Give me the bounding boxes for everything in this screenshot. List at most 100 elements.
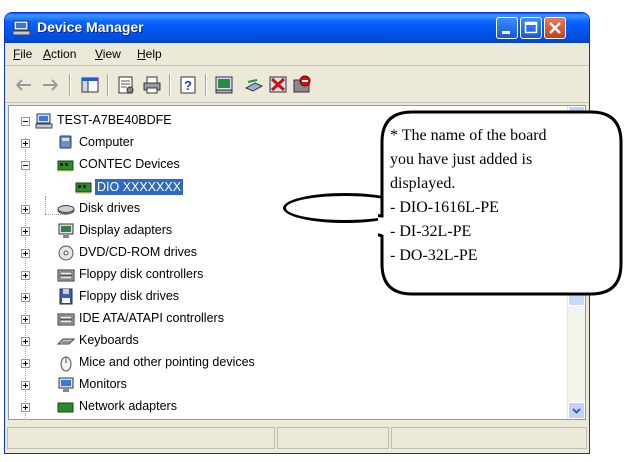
menu-action-label: ction xyxy=(51,47,77,61)
status-bar xyxy=(5,423,589,453)
menu-action[interactable]: Action xyxy=(43,47,76,61)
disable-icon[interactable] xyxy=(291,74,313,96)
tree-item-disk-drives[interactable]: Disk drives xyxy=(9,198,309,220)
status-pane xyxy=(391,427,587,449)
tree-item-floppy-disk-controllers[interactable]: Floppy disk controllers xyxy=(9,264,309,286)
expand-expander[interactable] xyxy=(21,227,30,236)
tree-item-mice[interactable]: Mice and other pointing devices xyxy=(9,352,329,374)
tree-item-label: IDE ATA/ATAPI controllers xyxy=(79,311,224,325)
tree-item-floppy-disk-drives[interactable]: Floppy disk drives xyxy=(9,286,309,308)
expand-expander[interactable] xyxy=(21,403,30,412)
controller-icon xyxy=(57,269,75,282)
tree-item-label: Mice and other pointing devices xyxy=(79,355,255,369)
toolbar-separator xyxy=(169,74,171,96)
expand-expander[interactable] xyxy=(21,315,30,324)
keyboard-icon xyxy=(57,338,75,345)
callout-line: you have just added is xyxy=(390,151,533,168)
menu-action-mnemonic: A xyxy=(43,47,52,61)
title-bar[interactable]: Device Manager xyxy=(5,13,589,43)
callout-line: - DI-32L-PE xyxy=(390,223,472,240)
collapse-expander[interactable] xyxy=(21,161,30,170)
expand-expander[interactable] xyxy=(21,139,30,148)
help-icon[interactable]: ? xyxy=(177,74,199,96)
board-icon xyxy=(75,182,92,194)
forward-arrow-icon[interactable] xyxy=(39,74,61,96)
display-adapter-icon xyxy=(58,223,74,238)
tree-item-label: Computer xyxy=(79,135,134,149)
back-arrow-icon[interactable] xyxy=(13,74,35,96)
callout-line: displayed. xyxy=(390,175,456,192)
tree-item-label: CONTEC Devices xyxy=(79,157,180,171)
tree-item-label: Network adapters xyxy=(79,399,177,413)
tree-item-display-adapters[interactable]: Display adapters xyxy=(9,220,309,242)
tree-item-label: Keyboards xyxy=(79,333,139,347)
minimize-button[interactable] xyxy=(496,17,518,39)
tree-item-label-selected: DIO XXXXXXX xyxy=(95,179,184,195)
callout-line: - DIO-1616L-PE xyxy=(390,199,499,216)
toolbar-separator xyxy=(205,74,207,96)
tree-root[interactable]: TEST-A7BE40BDFE xyxy=(9,110,309,132)
expand-expander[interactable] xyxy=(21,337,30,346)
window-title: Device Manager xyxy=(37,19,144,35)
root-label: TEST-A7BE40BDFE xyxy=(57,113,172,127)
expand-expander[interactable] xyxy=(21,205,30,214)
tree-item-label: DVD/CD-ROM drives xyxy=(79,245,198,259)
tree-item-label: Display adapters xyxy=(79,223,173,237)
tree-item-dio-board[interactable]: DIO XXXXXXX xyxy=(9,176,309,198)
tree-item-contec-devices[interactable]: CONTEC Devices xyxy=(9,154,309,176)
toolbar: ? xyxy=(5,66,589,103)
toolbar-separator xyxy=(107,74,109,96)
properties-icon[interactable] xyxy=(115,74,137,96)
tree-item-computer[interactable]: Computer xyxy=(9,132,309,154)
network-icon xyxy=(57,402,74,413)
menu-view[interactable]: View xyxy=(95,47,121,61)
close-button[interactable] xyxy=(544,17,566,39)
controller-icon xyxy=(57,313,75,326)
monitor-icon xyxy=(58,377,74,392)
scroll-down-icon xyxy=(572,408,581,414)
tree-item-label: Floppy disk controllers xyxy=(79,267,204,281)
menu-file-label: ile xyxy=(20,47,33,61)
tree-item-keyboards[interactable]: Keyboards xyxy=(9,330,309,352)
expand-expander[interactable] xyxy=(21,293,30,302)
collapse-expander[interactable] xyxy=(21,117,30,126)
show-hide-console-tree-icon[interactable] xyxy=(79,74,101,96)
scroll-down-button[interactable] xyxy=(568,402,585,419)
update-driver-icon[interactable] xyxy=(243,74,265,96)
maximize-button[interactable] xyxy=(520,17,542,39)
tree-item-dvd-cdrom-drives[interactable]: DVD/CD-ROM drives xyxy=(9,242,309,264)
close-icon xyxy=(549,22,561,34)
callout-line: - DO-32L-PE xyxy=(390,247,478,264)
disk-drive-icon xyxy=(57,205,75,215)
tree-item-network-adapters[interactable]: Network adapters xyxy=(9,396,309,418)
menu-help-mnemonic: H xyxy=(137,47,146,61)
tree-item-label: Disk drives xyxy=(79,201,141,215)
board-icon xyxy=(57,160,74,172)
menu-help[interactable]: Help xyxy=(137,47,162,61)
callout-line: * The name of the board xyxy=(390,127,547,144)
callout-text: * The name of the board you have just ad… xyxy=(390,124,615,268)
uninstall-icon[interactable] xyxy=(267,74,289,96)
maximize-icon xyxy=(524,21,538,34)
tree-item-label: Floppy disk drives xyxy=(79,289,180,303)
expand-expander[interactable] xyxy=(21,359,30,368)
minimize-icon xyxy=(502,31,510,34)
mouse-icon xyxy=(60,356,72,372)
floppy-icon xyxy=(59,288,73,305)
expand-expander[interactable] xyxy=(21,249,30,258)
expand-expander[interactable] xyxy=(21,381,30,390)
expand-expander[interactable] xyxy=(21,271,30,280)
scan-hardware-icon[interactable] xyxy=(213,74,235,96)
computer-root-icon xyxy=(35,113,53,129)
menu-file[interactable]: File xyxy=(13,47,32,61)
menu-view-label: iew xyxy=(102,47,121,61)
cdrom-icon xyxy=(58,245,74,261)
menu-view-mnemonic: V xyxy=(95,47,103,61)
print-icon[interactable] xyxy=(141,74,163,96)
tree-item-monitors[interactable]: Monitors xyxy=(9,374,309,396)
tree-item-ide-controllers[interactable]: IDE ATA/ATAPI controllers xyxy=(9,308,309,330)
menu-help-label: elp xyxy=(145,47,162,61)
device-manager-icon xyxy=(13,20,31,36)
status-pane xyxy=(7,427,275,449)
computer-icon xyxy=(59,135,72,149)
